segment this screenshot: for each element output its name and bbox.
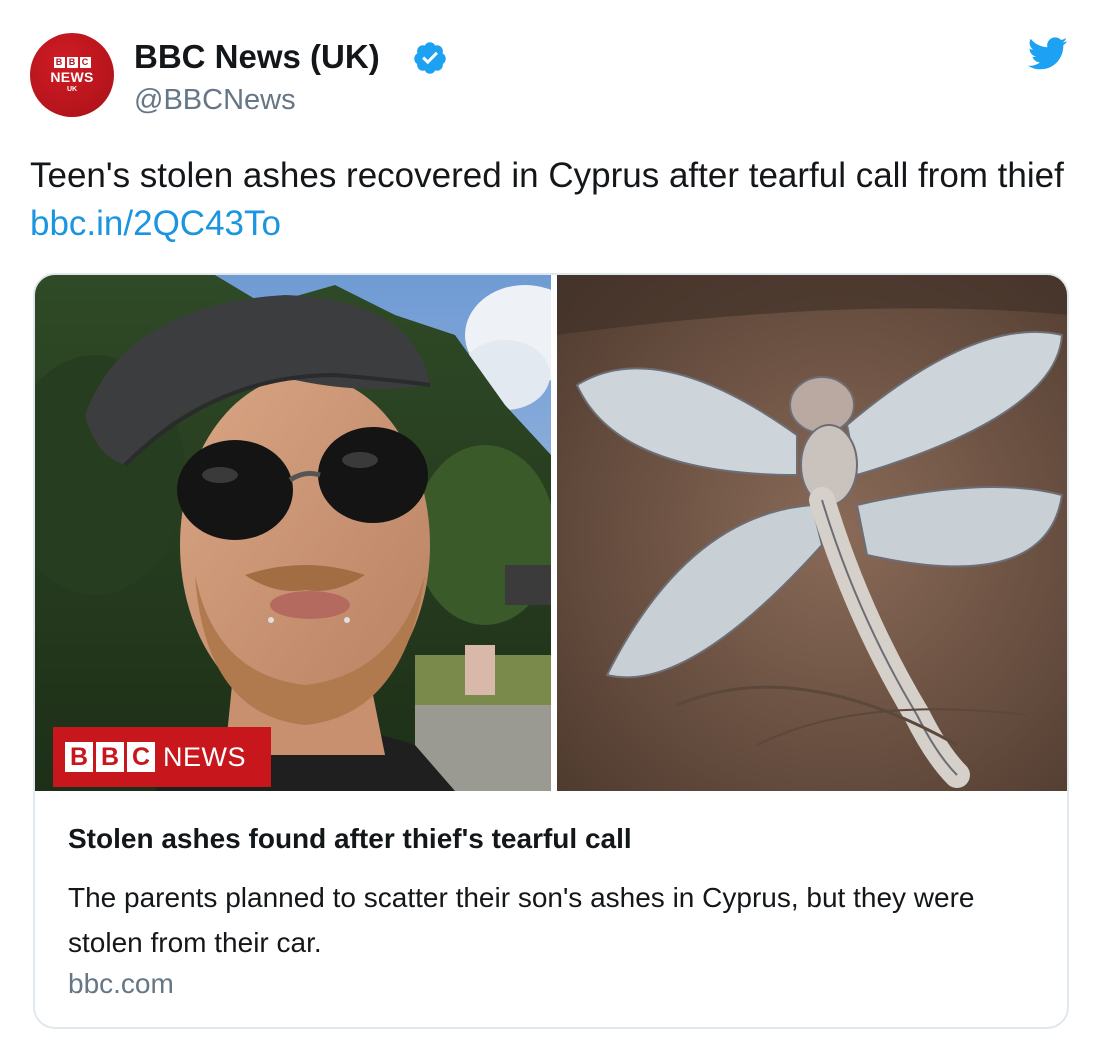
tweet-text: Teen's stolen ashes recovered in Cyprus … bbox=[30, 152, 1070, 248]
card-media: B B C NEWS bbox=[35, 275, 1067, 791]
watermark-letter: C bbox=[127, 742, 155, 772]
tweet-embed: BBC NEWS UK BBC News (UK) @BBCNews Teen'… bbox=[0, 0, 1100, 1048]
card-photo-dragonfly bbox=[557, 275, 1067, 791]
card-photo-selfie bbox=[35, 275, 551, 791]
display-name[interactable]: BBC News (UK) bbox=[134, 38, 380, 76]
avatar-bbc-blocks: BBC bbox=[53, 56, 91, 68]
tweet-link[interactable]: bbc.in/2QC43To bbox=[30, 204, 281, 243]
link-card[interactable]: B B C NEWS Stolen ashes found after thie… bbox=[33, 273, 1069, 1029]
twitter-bird-icon[interactable] bbox=[1028, 37, 1068, 71]
verified-badge-icon bbox=[414, 42, 446, 74]
account-handle[interactable]: @BBCNews bbox=[134, 84, 296, 117]
watermark-word: NEWS bbox=[163, 741, 246, 772]
avatar-uk-text: UK bbox=[66, 85, 78, 93]
card-description: The parents planned to scatter their son… bbox=[68, 882, 975, 958]
watermark-letter: B bbox=[96, 742, 124, 772]
card-domain: bbc.com bbox=[68, 968, 174, 999]
watermark-letter: B bbox=[65, 742, 93, 772]
avatar[interactable]: BBC NEWS UK bbox=[30, 33, 114, 117]
tweet-body: Teen's stolen ashes recovered in Cyprus … bbox=[30, 156, 1064, 195]
bbc-news-watermark: B B C NEWS bbox=[53, 727, 271, 787]
avatar-news-text: NEWS bbox=[50, 68, 94, 85]
card-title[interactable]: Stolen ashes found after thief's tearful… bbox=[68, 823, 632, 855]
